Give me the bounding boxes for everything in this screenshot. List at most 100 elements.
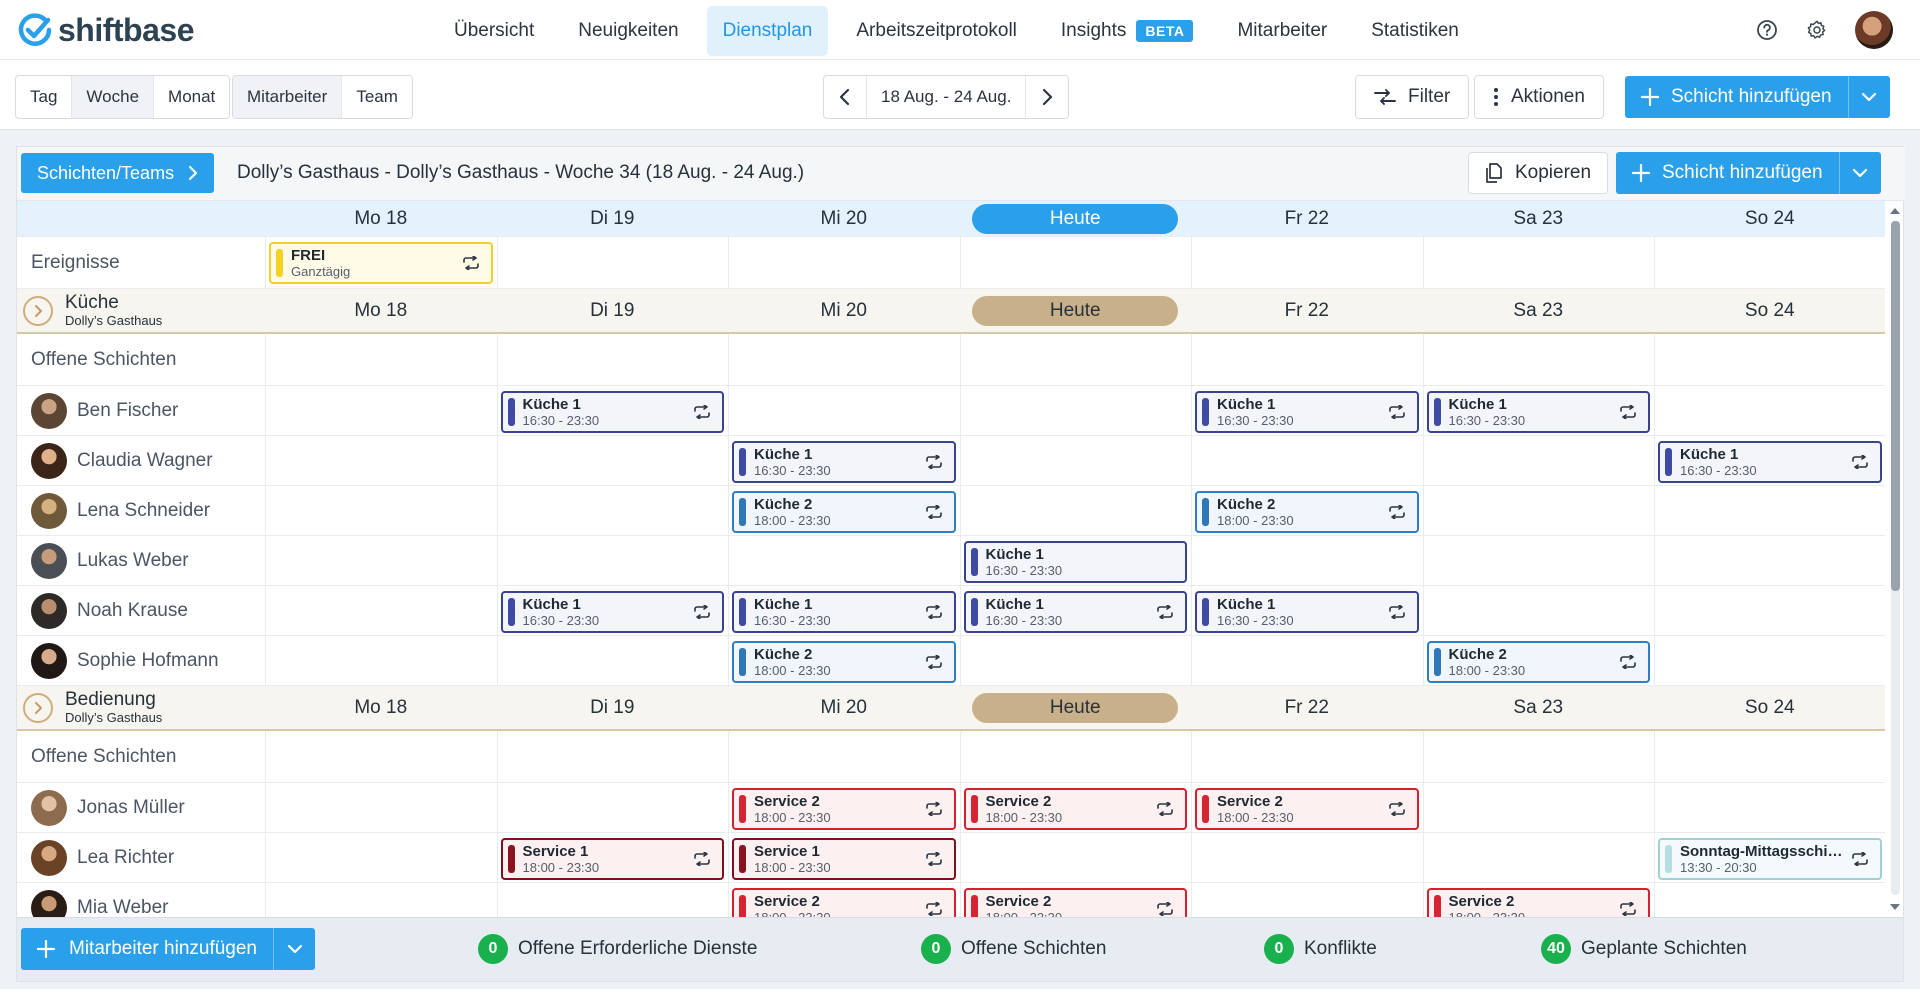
repeat-button[interactable] xyxy=(688,840,716,878)
shift-card[interactable]: Küche 1 16:30 - 23:30 xyxy=(1658,441,1882,483)
add-shift-main[interactable]: Schicht hinzufügen xyxy=(1616,152,1839,194)
day-cell[interactable] xyxy=(959,334,1192,385)
next-week-button[interactable] xyxy=(1026,76,1068,118)
copy-button[interactable]: Kopieren xyxy=(1468,152,1609,194)
day-cell[interactable] xyxy=(496,436,729,485)
repeat-button[interactable] xyxy=(920,890,948,917)
employee-label[interactable]: Lena Schneider xyxy=(17,486,265,535)
day-cell[interactable] xyxy=(728,386,960,435)
employee-label[interactable]: Mia Weber xyxy=(17,883,265,917)
repeat-button[interactable] xyxy=(920,643,948,681)
day-cell[interactable] xyxy=(1654,237,1885,288)
day-cell[interactable] xyxy=(959,436,1192,485)
repeat-button[interactable] xyxy=(688,593,716,631)
repeat-button[interactable] xyxy=(1614,393,1642,431)
help-button[interactable] xyxy=(1752,15,1782,45)
day-cell[interactable] xyxy=(265,436,497,485)
stat-open-shifts[interactable]: 0 Offene Schichten xyxy=(921,934,1106,964)
day-cell[interactable] xyxy=(496,883,729,917)
today-pill[interactable]: Heute xyxy=(972,692,1179,723)
nav-item-mitarbeiter[interactable]: Mitarbeiter xyxy=(1221,6,1343,56)
group-tab-mitarbeiter[interactable]: Mitarbeiter xyxy=(233,76,343,118)
day-cell[interactable] xyxy=(959,833,1192,882)
day-cell[interactable] xyxy=(728,237,960,288)
day-cell[interactable] xyxy=(1191,436,1423,485)
day-cell[interactable] xyxy=(265,731,497,782)
day-cell[interactable] xyxy=(265,636,497,685)
shift-card[interactable]: Küche 1 16:30 - 23:30 xyxy=(1195,591,1419,633)
add-employee-main[interactable]: Mitarbeiter hinzufügen xyxy=(21,928,273,970)
day-cell[interactable] xyxy=(265,833,497,882)
repeat-button[interactable] xyxy=(1383,593,1411,631)
repeat-button[interactable] xyxy=(1151,790,1179,828)
day-cell[interactable] xyxy=(496,334,729,385)
repeat-button[interactable] xyxy=(1383,790,1411,828)
day-cell[interactable] xyxy=(1654,783,1885,832)
day-cell[interactable] xyxy=(728,536,960,585)
shift-card[interactable]: Service 218:00 - 23:30 xyxy=(1426,888,1650,917)
shift-card[interactable]: Küche 1 16:30 - 23:30 xyxy=(732,591,956,633)
day-cell[interactable] xyxy=(496,486,729,535)
day-cell[interactable] xyxy=(1422,486,1655,535)
shift-card[interactable]: Service 218:00 - 23:30 xyxy=(1195,788,1419,830)
view-tab-woche[interactable]: Woche xyxy=(72,76,155,118)
add-shift-main[interactable]: Schicht hinzufügen xyxy=(1625,76,1848,118)
shift-card[interactable]: Küche 1 16:30 - 23:30 xyxy=(1426,391,1650,433)
day-cell[interactable] xyxy=(1422,436,1655,485)
day-cell[interactable] xyxy=(1191,833,1423,882)
employee-label[interactable]: Lea Richter xyxy=(17,833,265,882)
shift-card[interactable]: Küche 2 18:00 - 23:30 xyxy=(732,491,956,533)
shift-card[interactable]: Küche 1 16:30 - 23:30 xyxy=(500,391,724,433)
day-cell[interactable] xyxy=(959,386,1192,435)
view-tab-tag[interactable]: Tag xyxy=(16,76,73,118)
employee-label[interactable]: Claudia Wagner xyxy=(17,436,265,485)
employee-label[interactable]: Sophie Hofmann xyxy=(17,636,265,685)
repeat-button[interactable] xyxy=(1846,840,1874,878)
nav-item-arbeitszeitprotokoll[interactable]: Arbeitszeitprotokoll xyxy=(840,6,1033,56)
employee-label[interactable]: Noah Krause xyxy=(17,586,265,635)
day-cell[interactable] xyxy=(1422,237,1655,288)
add-shift-dropdown[interactable] xyxy=(1838,152,1881,194)
shift-card[interactable]: Küche 1 16:30 - 23:30 xyxy=(963,541,1187,583)
add-employee-dropdown[interactable] xyxy=(273,928,315,970)
previous-week-button[interactable] xyxy=(824,76,866,118)
day-cell[interactable] xyxy=(496,536,729,585)
scroll-up-icon[interactable] xyxy=(1889,205,1901,217)
repeat-button[interactable] xyxy=(1151,890,1179,917)
shift-card[interactable]: Küche 1 16:30 - 23:30 xyxy=(1195,391,1419,433)
day-cell[interactable] xyxy=(496,636,729,685)
day-cell[interactable] xyxy=(1654,636,1885,685)
day-cell[interactable] xyxy=(265,334,497,385)
day-cell[interactable] xyxy=(959,636,1192,685)
stat-conflicts[interactable]: 0 Konflikte xyxy=(1264,934,1377,964)
add-shift-button-schedule[interactable]: Schicht hinzufügen xyxy=(1616,152,1881,194)
shift-card[interactable]: Küche 1 16:30 - 23:30 xyxy=(732,441,956,483)
shift-card[interactable]: Küche 2 18:00 - 23:30 xyxy=(1195,491,1419,533)
repeat-button[interactable] xyxy=(1383,493,1411,531)
scroll-down-icon[interactable] xyxy=(1889,901,1901,913)
day-cell[interactable] xyxy=(265,386,497,435)
add-shift-button-top[interactable]: Schicht hinzufügen xyxy=(1625,76,1890,118)
repeat-button[interactable] xyxy=(920,840,948,878)
nav-item-dienstplan[interactable]: Dienstplan xyxy=(706,6,829,56)
event-card[interactable]: FREI Ganztägig xyxy=(269,242,493,284)
shift-card[interactable]: Küche 1 16:30 - 23:30 xyxy=(500,591,724,633)
day-cell[interactable] xyxy=(1191,237,1423,288)
day-cell[interactable] xyxy=(265,883,497,917)
logo[interactable]: shiftbase xyxy=(18,10,194,50)
settings-button[interactable] xyxy=(1802,15,1832,45)
nav-item-insights[interactable]: Insights BETA xyxy=(1045,6,1210,56)
day-cell[interactable] xyxy=(1654,586,1885,635)
day-cell[interactable] xyxy=(959,731,1192,782)
day-cell[interactable] xyxy=(1191,536,1423,585)
repeat-button[interactable] xyxy=(1383,393,1411,431)
repeat-button[interactable] xyxy=(920,493,948,531)
day-cell[interactable] xyxy=(265,783,497,832)
day-cell[interactable] xyxy=(1654,386,1885,435)
view-tab-monat[interactable]: Monat xyxy=(154,76,229,118)
day-cell[interactable] xyxy=(1422,536,1655,585)
day-cell[interactable] xyxy=(959,237,1192,288)
shifts-teams-button[interactable]: Schichten/Teams xyxy=(21,153,215,193)
group-expand-button[interactable] xyxy=(23,692,53,723)
shift-card[interactable]: Küche 2 18:00 - 23:30 xyxy=(732,641,956,683)
